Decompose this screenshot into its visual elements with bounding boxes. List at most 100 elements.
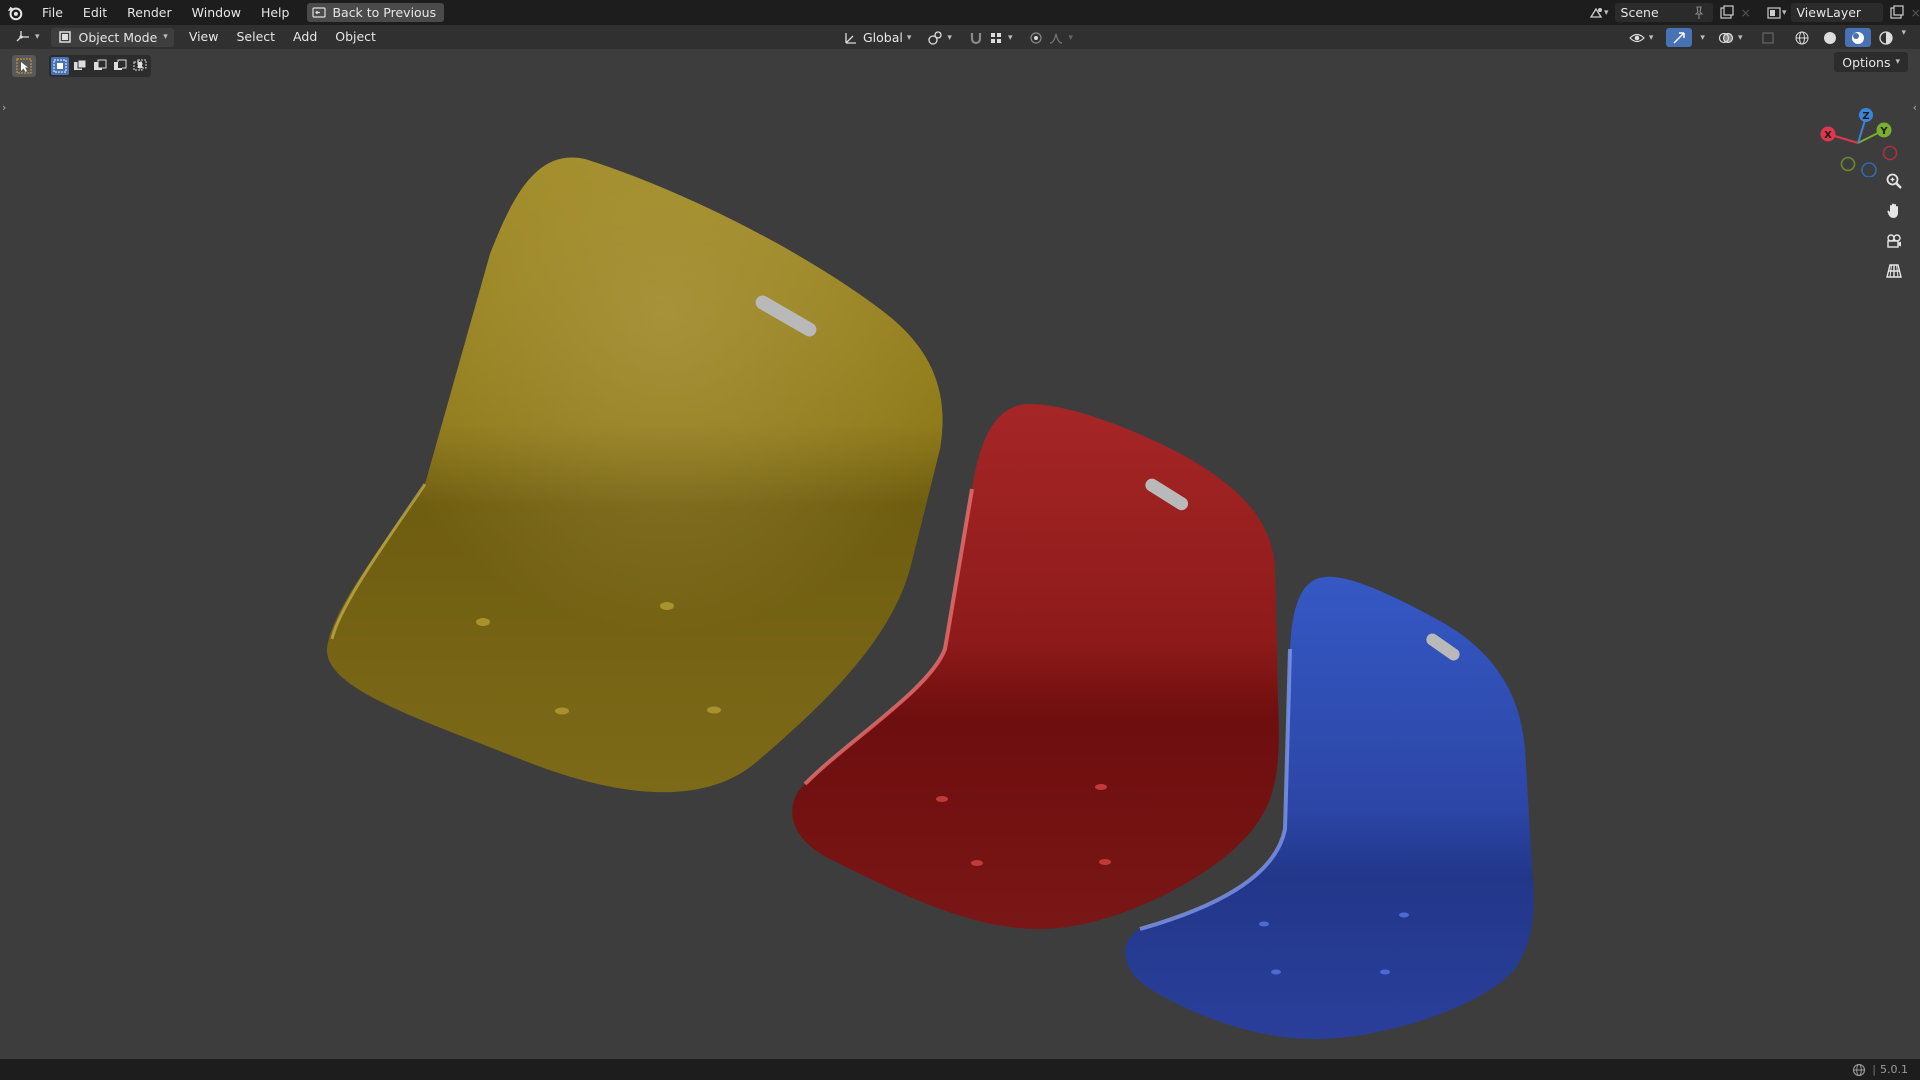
proportional-editing-toggle[interactable]: ▾ [1023,28,1078,47]
chevron-down-icon[interactable]: ▾ [1901,28,1906,47]
solid-sphere-icon [1824,31,1837,44]
wireframe-shading-button[interactable] [1789,28,1815,47]
menu-view[interactable]: View [180,25,228,49]
view-layer-name: ViewLayer [1796,5,1862,20]
pivot-selector[interactable]: ▾ [922,28,957,47]
mode-label: Object Mode [78,29,158,45]
select-difference-button[interactable] [111,57,129,75]
mode-selector[interactable]: Object Mode ▾ [50,27,174,47]
menu-select[interactable]: Select [227,25,284,49]
menu-object[interactable]: Object [326,25,385,49]
scene-icon [1589,7,1603,18]
yellow-chair-shell[interactable] [326,157,943,793]
scene-canvas[interactable] [0,49,1920,1059]
chevron-down-icon: ▾ [1007,32,1013,43]
gizmo-toggle[interactable] [1666,28,1693,47]
navigation-gizmo[interactable]: X Y Z [1816,95,1900,177]
neg-z-axis-dot[interactable] [1861,162,1877,177]
status-separator: | [1872,1063,1876,1076]
scene-name: Scene [1620,5,1659,20]
pan-button[interactable] [1880,199,1908,223]
chevron-down-icon: ▾ [1895,57,1900,67]
menu-add[interactable]: Add [284,25,326,49]
menu-help[interactable]: Help [251,0,300,25]
select-subtract-icon [94,59,107,70]
blender-logo-icon[interactable] [6,4,24,22]
editor-type-selector[interactable]: ▾ [10,28,45,47]
proportional-edit-icon [1030,31,1043,44]
perspective-toggle-button[interactable] [1880,259,1908,283]
rendered-sphere-icon [1879,30,1894,45]
scene-name-field[interactable]: Scene [1614,3,1713,22]
select-intersect-button[interactable] [131,57,149,75]
viewport-header: ▾ Object Mode ▾ View Select Add Object G… [0,25,1920,49]
select-new-icon [53,59,67,73]
xray-icon [1762,31,1775,44]
chevron-down-icon: ▾ [1068,32,1073,43]
new-view-layer-icon[interactable] [1889,4,1905,21]
xray-toggle[interactable] [1755,28,1781,47]
selection-mode-group [49,55,151,77]
select-subtract-button[interactable] [91,57,109,75]
navigation-tools [1880,169,1908,283]
view-layer-icon [1767,6,1781,19]
back-to-previous-button[interactable]: Back to Previous [307,3,445,22]
snap-grid-icon [990,32,1001,43]
select-tool-button[interactable] [12,55,36,77]
cursor-select-icon [16,58,32,74]
orientation-selector[interactable]: Global ▾ [838,28,916,47]
options-label: Options [1842,54,1891,70]
menu-edit[interactable]: Edit [73,0,117,25]
chevron-down-icon[interactable]: ▾ [1700,33,1705,43]
select-extend-button[interactable] [71,57,89,75]
back-to-previous-label: Back to Previous [332,5,437,20]
gizmo-icon [1673,31,1686,44]
rendered-shading-button[interactable] [1873,28,1899,47]
scene-selector[interactable]: ▾ Scene × [1588,3,1751,22]
material-sphere-icon [1852,31,1865,44]
sidebar-expand-arrow-icon[interactable]: ‹ [1913,101,1917,114]
shading-mode-group: ▾ [1789,28,1906,47]
solid-shading-button[interactable] [1817,28,1843,47]
zoom-button[interactable] [1880,169,1908,193]
grid-perspective-icon [1886,264,1902,278]
remove-view-layer-icon[interactable]: × [1911,5,1920,20]
hand-icon [1887,203,1898,218]
new-scene-icon[interactable] [1719,4,1735,21]
overlays-toggle[interactable]: ▾ [1713,28,1748,47]
object-mode-icon [58,31,71,43]
visibility-selector[interactable]: ▾ [1624,28,1659,47]
overlays-icon [1718,32,1734,43]
menu-window[interactable]: Window [182,0,251,25]
camera-view-button[interactable] [1880,229,1908,253]
snap-toggle[interactable]: ▾ [963,28,1018,47]
chevron-down-icon: ▾ [163,32,168,42]
options-dropdown[interactable]: Options ▾ [1834,52,1908,72]
material-preview-button[interactable] [1845,28,1872,47]
globe-icon[interactable] [1852,1063,1866,1077]
menu-render[interactable]: Render [117,0,182,25]
neg-x-axis-dot[interactable] [1882,145,1898,161]
x-axis-label: X [1824,130,1832,141]
tool-header-row [12,55,151,77]
orientation-label: Global [863,30,903,45]
falloff-curve-icon[interactable] [1048,30,1064,46]
chevron-down-icon: ▾ [1737,32,1743,43]
pin-icon[interactable] [1691,5,1707,21]
select-difference-icon [114,59,127,70]
select-intersect-icon [133,59,147,71]
menu-file[interactable]: File [32,0,73,25]
toolbar-expand-arrow-icon[interactable]: › [2,101,6,114]
chevron-down-icon: ▾ [35,32,40,42]
view-layer-field[interactable]: ViewLayer [1790,3,1883,22]
select-new-button[interactable] [51,57,69,75]
remove-scene-icon[interactable]: × [1741,5,1751,20]
version-label: 5.0.1 [1880,1063,1908,1076]
neg-y-axis-dot[interactable] [1840,156,1856,172]
eye-icon [1629,33,1645,42]
3d-viewport[interactable]: Options ▾ › ‹ X Y Z [0,49,1920,1059]
back-screen-icon [312,6,327,18]
view-layer-selector[interactable]: ▾ ViewLayer × [1766,3,1920,22]
magnet-icon [970,32,982,44]
chevron-down-icon: ▾ [906,32,912,43]
